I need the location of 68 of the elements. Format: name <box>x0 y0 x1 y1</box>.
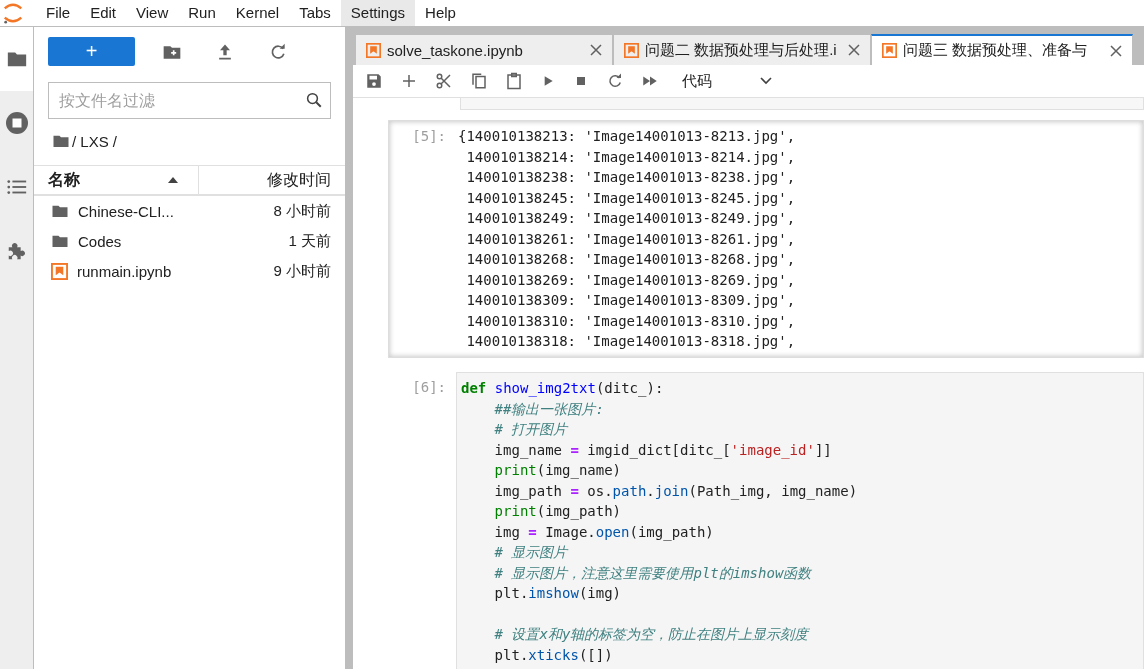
output-line: 140010138318: 'Image14001013-8318.jpg', <box>465 332 796 351</box>
output-line: 140010138238: 'Image14001013-8238.jpg', <box>465 168 796 187</box>
code-line: img_name = imgid_dict[ditc_['image_id']] <box>494 441 832 458</box>
output-line: 140010138309: 'Image14001013-8309.jpg', <box>465 291 796 310</box>
copy-icon[interactable] <box>470 72 488 90</box>
plus-icon[interactable] <box>400 72 418 90</box>
scissors-icon[interactable] <box>435 72 453 90</box>
menu-item[interactable]: Help <box>415 0 466 26</box>
close-icon[interactable] <box>1110 44 1122 57</box>
code-line: img_path = os.path.join(Path_img, img_name) <box>494 482 858 499</box>
file-name[interactable]: Chinese-CLI... <box>78 202 265 220</box>
menu-item[interactable]: Edit <box>80 0 127 26</box>
save-icon[interactable] <box>365 72 383 90</box>
new-launcher-button[interactable]: + <box>48 37 135 66</box>
output-line: 140010138261: 'Image14001013-8261.jpg', <box>465 229 796 249</box>
code-line: ##输出一张图片: <box>494 400 604 417</box>
code-line: # 显示图片，注意这里需要使用plt的imshow函数 <box>494 564 812 581</box>
modified-time: 1 天前 <box>288 231 331 251</box>
file-name[interactable]: Codes <box>78 232 280 250</box>
chevron-icon <box>760 77 772 85</box>
code-line: print(img_name) <box>494 462 622 478</box>
notebook-icon <box>882 43 897 58</box>
logo-icon <box>2 2 24 24</box>
modified-time: 8 小时前 <box>273 201 331 221</box>
stop-icon <box>4 111 29 135</box>
output-line: 140010138269: 'Image14001013-8269.jpg', <box>465 270 796 290</box>
notebook-tab[interactable]: 问题三 数据预处理、准备与 <box>871 34 1133 65</box>
code-line: print(img_path) <box>494 503 622 519</box>
output-line: {140010138213: 'Image14001013-8213.jpg', <box>458 127 796 146</box>
code-line: def show_img2txt(ditc_): <box>461 380 664 396</box>
notebook-icon <box>624 42 639 58</box>
activity-tab[interactable] <box>0 27 33 91</box>
code-line: plt.xticks([]) <box>494 646 613 663</box>
code-line: plt.imshow(img) <box>494 585 622 601</box>
menu-item[interactable]: File <box>36 0 81 26</box>
close-icon[interactable] <box>848 44 860 56</box>
menu-item[interactable]: View <box>126 0 179 26</box>
menu-item[interactable]: Kernel <box>225 0 290 26</box>
code-line: # 打开图片 <box>494 421 568 437</box>
output-line: 140010138249: 'Image14001013-8249.jpg', <box>465 209 796 228</box>
notebook-icon <box>366 42 381 58</box>
name-column-header[interactable]: 名称 <box>34 166 199 194</box>
clipboard-icon[interactable] <box>505 72 523 90</box>
code-line: # 显示图片 <box>494 544 568 560</box>
search-icon <box>305 91 323 109</box>
notebook-icon <box>51 262 68 280</box>
code-line: img = Image.open(img_path) <box>494 523 714 540</box>
output-line: 140010138245: 'Image14001013-8245.jpg', <box>465 188 796 208</box>
cell-prompt: [6]: <box>411 378 447 397</box>
file-name[interactable]: runmain.ipynb <box>77 262 265 280</box>
cell-type-dropdown[interactable]: 代码 <box>682 71 772 91</box>
menu-item[interactable]: Run <box>178 0 226 26</box>
code-line: # 设置x和y轴的标签为空，防止在图片上显示刻度 <box>494 626 809 642</box>
code-editor[interactable] <box>456 372 1144 669</box>
cell-prompt: [5]: <box>411 127 447 146</box>
notebook-tab[interactable]: 问题二 数据预处理与后处理.i <box>613 34 871 65</box>
output-line: 140010138310: 'Image14001013-8310.jpg', <box>465 311 796 331</box>
close-icon[interactable] <box>590 44 602 56</box>
menu-item[interactable]: Settings <box>340 0 416 26</box>
filter-field[interactable]: 按文件名过滤 <box>48 82 331 119</box>
output-line: 140010138214: 'Image14001013-8214.jpg', <box>465 147 796 167</box>
modified-column-header[interactable]: 修改时间 <box>199 166 345 194</box>
breadcrumb[interactable]: / LXS / <box>72 132 118 150</box>
output-line: 140010138268: 'Image14001013-8268.jpg', <box>465 250 796 269</box>
restart-icon[interactable] <box>606 72 624 90</box>
modified-time: 9 小时前 <box>273 261 331 281</box>
notebook-tab[interactable]: solve_taskone.ipynb <box>355 34 613 65</box>
menu-item[interactable]: Tabs <box>289 0 341 26</box>
